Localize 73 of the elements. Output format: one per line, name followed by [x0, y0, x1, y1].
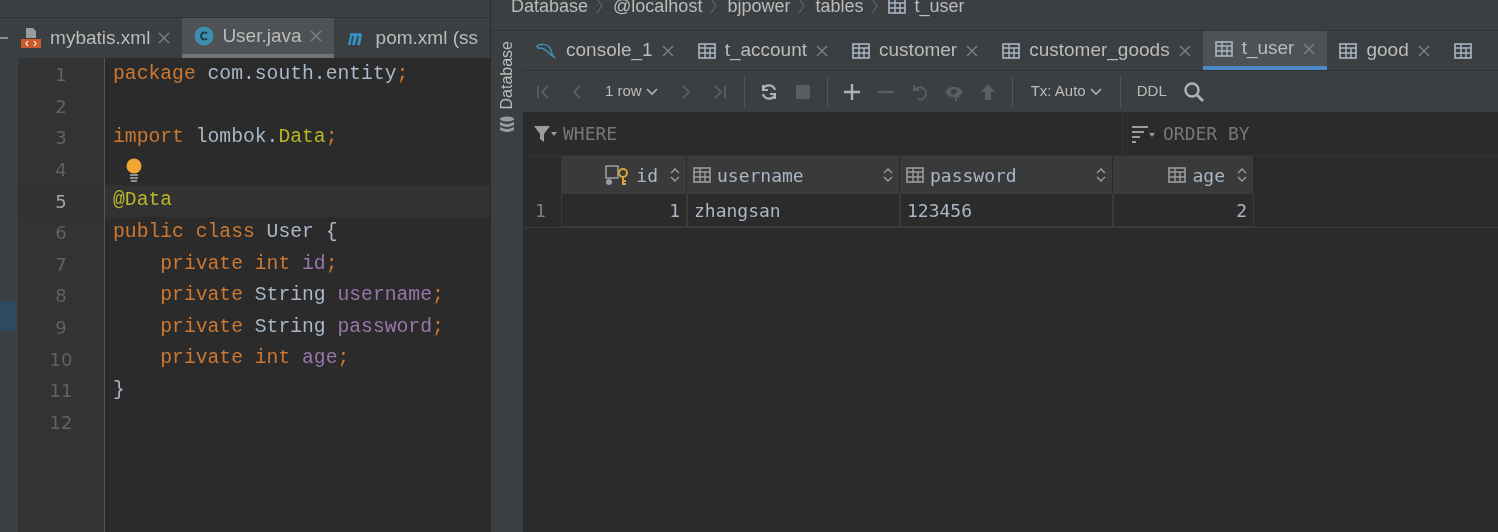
column-header[interactable]: username [687, 156, 900, 194]
console-tab[interactable]: t_account [685, 31, 841, 70]
database-icon [499, 115, 515, 134]
close-icon[interactable] [1417, 44, 1430, 57]
column-header[interactable]: id [561, 156, 687, 194]
console-tab[interactable]: customer [840, 31, 991, 70]
chevron-icon [710, 0, 718, 14]
sort-arrows-icon[interactable] [1237, 168, 1247, 182]
table-cell-text: zhangsan [694, 198, 781, 223]
line-number: 5 [55, 189, 67, 214]
ddl-button[interactable]: DDL [1134, 80, 1169, 103]
table-icon [697, 42, 716, 59]
code-line: private String password; [159, 314, 444, 340]
chevron-icon [798, 0, 806, 14]
table-icon [852, 42, 871, 59]
xml-file-icon [20, 27, 43, 49]
breadcrumb-item[interactable]: t_user [914, 0, 965, 17]
dropdown-button[interactable]: Tx: Auto [1026, 80, 1106, 103]
code-line: } [113, 377, 125, 403]
sort-arrows-icon[interactable] [883, 168, 893, 182]
code-line: package com.south.entity; [113, 62, 409, 87]
table-icon [906, 167, 924, 183]
editor-tab[interactable]: mybatis.xml [8, 18, 183, 58]
sort-icon[interactable] [1131, 124, 1157, 143]
code-line: private int id; [159, 251, 338, 277]
editor-tab[interactable]: pom.xml (ss [333, 18, 490, 58]
table-cell-text: 123456 [907, 198, 973, 223]
filter-icon[interactable] [533, 123, 557, 144]
close-icon[interactable] [1303, 42, 1316, 55]
chevron-icon [871, 0, 879, 14]
close-icon[interactable] [309, 30, 322, 42]
caret-icon [1089, 87, 1102, 96]
code-line: private int age; [159, 346, 350, 372]
code-line: private String username; [159, 283, 444, 309]
console-tab[interactable]: good [1327, 31, 1442, 70]
dropdown-button[interactable]: 1 row [601, 80, 662, 103]
caret-icon [645, 87, 658, 96]
table-icon [693, 167, 711, 183]
close-icon[interactable] [966, 44, 979, 57]
class-icon [194, 26, 215, 46]
where-field[interactable]: WHERE [563, 120, 618, 147]
console-tab[interactable]: t_user [1202, 31, 1328, 70]
dolphin-icon [535, 41, 557, 60]
table-icon [1214, 40, 1233, 57]
chevron-icon [596, 0, 604, 14]
table-icon [1339, 42, 1358, 59]
scroll-marker [0, 301, 16, 331]
search-icon[interactable] [1182, 80, 1205, 103]
table-icon [888, 0, 907, 14]
close-icon[interactable] [661, 44, 674, 57]
sort-arrows-icon[interactable] [670, 168, 680, 182]
console-tab[interactable]: customer_goods [990, 31, 1203, 70]
table-cell-text: 2 [1236, 198, 1247, 223]
lightbulb-icon[interactable] [125, 157, 143, 182]
sort-arrows-icon[interactable] [1096, 168, 1106, 182]
table-cell-text: 1 [669, 198, 680, 223]
close-icon[interactable] [1178, 44, 1191, 57]
close-icon[interactable] [816, 44, 829, 57]
row-number: 1 [535, 199, 546, 223]
add-icon[interactable] [841, 81, 862, 102]
table-icon [1002, 42, 1021, 59]
code-line: import lombok.Data; [113, 125, 338, 151]
code-line: public class User { [113, 220, 338, 245]
column-header[interactable]: password [900, 156, 1113, 194]
table-icon [1453, 42, 1472, 59]
database-side-tab[interactable]: Database [495, 41, 519, 110]
console-tab[interactable]: console_1 [523, 31, 686, 70]
table-icon [1168, 167, 1187, 183]
order-by-field[interactable]: ORDER BY [1163, 120, 1250, 147]
editor-tab[interactable]: User.java [182, 18, 334, 58]
column-header[interactable]: age [1113, 156, 1254, 194]
close-icon[interactable] [158, 32, 171, 44]
code-line: @Data [113, 188, 173, 214]
